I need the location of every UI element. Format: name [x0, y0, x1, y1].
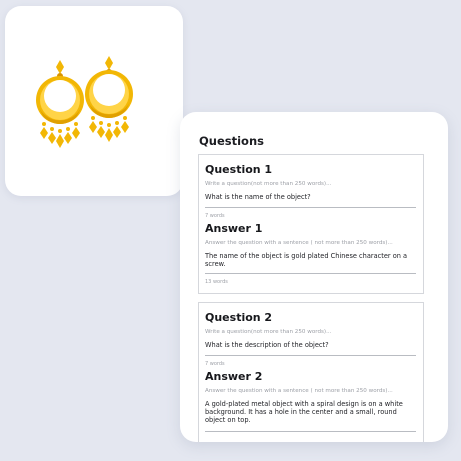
question-2-underline: [205, 355, 416, 356]
question-2-word-count: 7 words: [205, 361, 225, 367]
answer-2-title: Answer 2: [205, 370, 263, 383]
answer-1-underline: [205, 273, 416, 274]
question-2-input[interactable]: What is the description of the object?: [205, 341, 410, 349]
question-1-input[interactable]: What is the name of the object?: [205, 193, 410, 201]
answer-1-title: Answer 1: [205, 222, 263, 235]
answer-2-input[interactable]: A gold-plated metal object with a spiral…: [205, 400, 410, 424]
answer-2-placeholder: Answer the question with a sentence ( no…: [205, 388, 393, 394]
gold-earrings-icon: [36, 56, 133, 148]
question-1-title: Question 1: [205, 163, 273, 176]
answer-1-input[interactable]: The name of the object is gold plated Ch…: [205, 252, 410, 268]
question-2-placeholder: Write a question(not more than 250 words…: [205, 329, 332, 335]
question-1-word-count: 7 words: [205, 213, 225, 219]
qa-item-1: Question 1 Write a question(not more tha…: [198, 154, 424, 294]
questions-heading: Questions: [199, 134, 264, 148]
answer-2-underline: [205, 431, 416, 432]
question-1-underline: [205, 207, 416, 208]
answer-1-word-count: 13 words: [205, 279, 228, 285]
question-1-placeholder: Write a question(not more than 250 words…: [205, 181, 332, 187]
question-2-title: Question 2: [205, 311, 273, 324]
answer-1-placeholder: Answer the question with a sentence ( no…: [205, 240, 393, 246]
qa-item-2: Question 2 Write a question(not more tha…: [198, 302, 424, 442]
image-preview-card: [5, 6, 183, 196]
questions-panel: Questions Question 1 Write a question(no…: [180, 112, 448, 442]
